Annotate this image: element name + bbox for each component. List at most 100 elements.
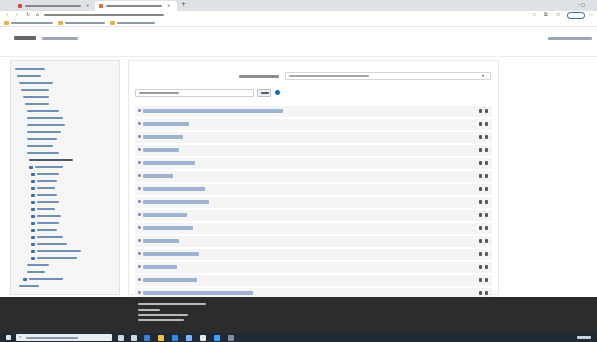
close-icon[interactable]: ✕ bbox=[86, 4, 90, 8]
sidebar-item[interactable] bbox=[37, 208, 55, 210]
sidebar-item[interactable] bbox=[27, 138, 57, 140]
sidebar-item[interactable] bbox=[37, 215, 61, 217]
course-row[interactable] bbox=[135, 249, 492, 260]
info-icon[interactable] bbox=[485, 239, 488, 243]
course-row[interactable] bbox=[135, 171, 492, 182]
search-button[interactable] bbox=[257, 89, 271, 97]
course-row[interactable] bbox=[135, 132, 492, 143]
sidebar-item[interactable] bbox=[15, 68, 45, 70]
course-row[interactable] bbox=[135, 223, 492, 234]
site-menu[interactable] bbox=[42, 37, 78, 40]
info-icon[interactable] bbox=[485, 109, 488, 113]
favorites-icon[interactable]: ✩ bbox=[556, 13, 560, 18]
search-dropdown[interactable]: ▾ bbox=[285, 72, 491, 80]
sidebar-item[interactable] bbox=[37, 180, 57, 182]
course-name[interactable] bbox=[143, 135, 183, 139]
browser-tab[interactable]: ✕ bbox=[14, 1, 94, 11]
course-row[interactable] bbox=[135, 106, 492, 117]
sidebar-item[interactable] bbox=[29, 159, 73, 161]
course-row[interactable] bbox=[135, 236, 492, 247]
taskbar-app-icon[interactable] bbox=[118, 335, 124, 341]
sidebar-item[interactable] bbox=[35, 166, 63, 168]
close-icon[interactable]: ✕ bbox=[167, 4, 171, 8]
course-name[interactable] bbox=[143, 161, 195, 165]
sidebar-item[interactable] bbox=[27, 264, 49, 266]
bookmark-item[interactable] bbox=[11, 22, 53, 24]
course-row[interactable] bbox=[135, 275, 492, 286]
course-name[interactable] bbox=[143, 109, 283, 113]
info-icon[interactable] bbox=[485, 252, 488, 256]
info-icon[interactable] bbox=[485, 161, 488, 165]
sidebar-item[interactable] bbox=[19, 82, 53, 84]
search-input[interactable] bbox=[135, 89, 254, 97]
forward-icon[interactable]: › bbox=[16, 13, 18, 18]
menu-icon[interactable]: ⋯ bbox=[589, 13, 594, 18]
footer-line[interactable] bbox=[138, 319, 184, 321]
course-row[interactable] bbox=[135, 197, 492, 208]
home-icon[interactable]: ⌂ bbox=[36, 13, 39, 18]
info-icon[interactable] bbox=[485, 174, 488, 178]
course-row[interactable] bbox=[135, 210, 492, 221]
info-icon[interactable] bbox=[485, 265, 488, 269]
info-icon[interactable] bbox=[485, 200, 488, 204]
sidebar-item[interactable] bbox=[37, 187, 55, 189]
taskbar-app-icon[interactable] bbox=[144, 335, 150, 341]
sidebar-item[interactable] bbox=[17, 75, 41, 77]
profile-button[interactable] bbox=[567, 12, 585, 19]
course-name[interactable] bbox=[143, 187, 205, 191]
footer-line[interactable] bbox=[138, 309, 160, 311]
taskbar-app-icon[interactable] bbox=[214, 335, 220, 341]
course-name[interactable] bbox=[143, 239, 179, 243]
help-icon[interactable] bbox=[275, 90, 280, 95]
course-name[interactable] bbox=[143, 265, 177, 269]
taskbar-app-icon[interactable] bbox=[131, 335, 137, 341]
info-icon[interactable] bbox=[485, 122, 488, 126]
star-icon[interactable]: ☆ bbox=[532, 13, 536, 18]
course-name[interactable] bbox=[143, 252, 199, 256]
reload-icon[interactable]: ↻ bbox=[26, 13, 30, 18]
sidebar-item[interactable] bbox=[37, 250, 81, 252]
sidebar-item[interactable] bbox=[27, 117, 63, 119]
course-name[interactable] bbox=[143, 226, 193, 230]
window-controls[interactable]: – □ bbox=[578, 3, 592, 7]
taskbar-app-icon[interactable] bbox=[186, 335, 192, 341]
windows-start-icon[interactable] bbox=[6, 335, 11, 340]
sidebar-item[interactable] bbox=[25, 103, 49, 105]
sidebar-item[interactable] bbox=[27, 271, 45, 273]
info-icon[interactable] bbox=[485, 291, 488, 295]
bookmark-item[interactable] bbox=[65, 22, 105, 24]
sidebar-item[interactable] bbox=[27, 152, 59, 154]
info-icon[interactable] bbox=[485, 135, 488, 139]
sidebar-item[interactable] bbox=[29, 278, 63, 280]
course-name[interactable] bbox=[143, 213, 187, 217]
course-row[interactable] bbox=[135, 184, 492, 195]
course-row[interactable] bbox=[135, 158, 492, 169]
course-row[interactable] bbox=[135, 119, 492, 130]
sidebar-item[interactable] bbox=[27, 131, 61, 133]
sidebar-item[interactable] bbox=[27, 145, 53, 147]
bookmark-item[interactable] bbox=[117, 22, 155, 24]
sidebar-item[interactable] bbox=[37, 236, 63, 238]
taskbar-app-icon[interactable] bbox=[200, 335, 206, 341]
info-icon[interactable] bbox=[485, 226, 488, 230]
course-row[interactable] bbox=[135, 262, 492, 273]
new-tab-icon[interactable]: + bbox=[181, 2, 187, 8]
course-name[interactable] bbox=[143, 122, 189, 126]
browser-tab-active[interactable]: ✕ bbox=[95, 1, 177, 11]
info-icon[interactable] bbox=[485, 278, 488, 282]
sidebar-item[interactable] bbox=[37, 257, 77, 259]
sidebar-item[interactable] bbox=[27, 110, 59, 112]
site-brand[interactable] bbox=[14, 36, 36, 40]
taskbar-app-icon[interactable] bbox=[172, 335, 178, 341]
taskbar-app-icon[interactable] bbox=[158, 335, 164, 341]
sidebar-item[interactable] bbox=[21, 89, 49, 91]
course-name[interactable] bbox=[143, 291, 253, 295]
sidebar-item[interactable] bbox=[37, 173, 59, 175]
info-icon[interactable] bbox=[485, 213, 488, 217]
course-name[interactable] bbox=[143, 174, 173, 178]
course-name[interactable] bbox=[143, 148, 179, 152]
sidebar-item[interactable] bbox=[37, 201, 59, 203]
course-name[interactable] bbox=[143, 278, 197, 282]
sidebar-item[interactable] bbox=[37, 243, 67, 245]
info-icon[interactable] bbox=[485, 187, 488, 191]
